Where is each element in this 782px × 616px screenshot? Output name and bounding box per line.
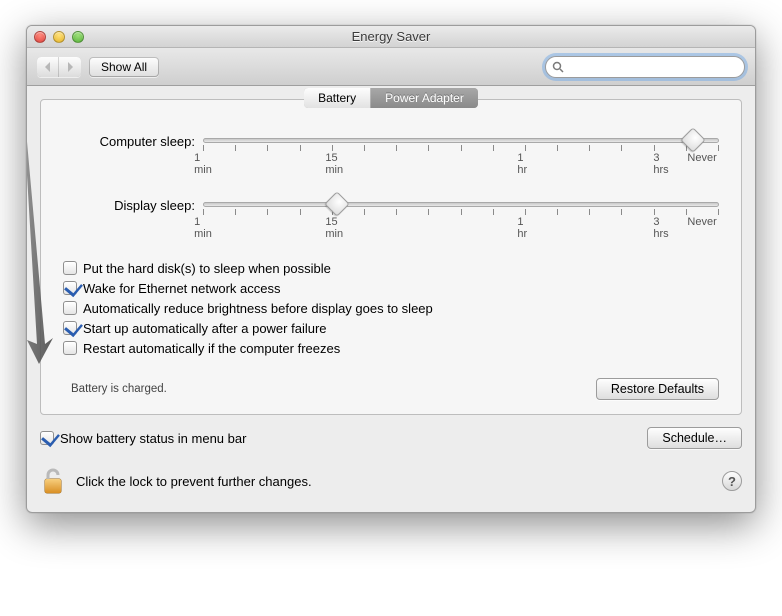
main-panel: Battery Power Adapter Computer sleep: 1 … (40, 99, 742, 415)
search-field[interactable] (545, 56, 745, 78)
check-hd-sleep[interactable]: Put the hard disk(s) to sleep when possi… (63, 258, 719, 278)
content: Battery Power Adapter Computer sleep: 1 … (27, 86, 755, 512)
window-title: Energy Saver (27, 29, 755, 44)
toolbar: Show All (27, 48, 755, 86)
display-sleep-row: Display sleep: 1 min 15 min 1 hr 3 hrs N… (63, 196, 719, 240)
check-label: Start up automatically after a power fai… (83, 321, 327, 336)
menubar-option-row: Show battery status in menu bar Schedule… (40, 427, 742, 449)
help-glyph: ? (728, 474, 736, 489)
show-all-label: Show All (101, 60, 147, 74)
check-wake-ethernet[interactable]: Wake for Ethernet network access (63, 278, 719, 298)
lock-open-icon[interactable] (40, 467, 66, 495)
forward-button[interactable] (59, 57, 81, 77)
help-button[interactable]: ? (722, 471, 742, 491)
check-label: Automatically reduce brightness before d… (83, 301, 433, 316)
back-button[interactable] (37, 57, 59, 77)
computer-sleep-label: Computer sleep: (63, 132, 203, 149)
checkbox[interactable] (63, 321, 77, 335)
search-icon (552, 61, 564, 73)
lock-row: Click the lock to prevent further change… (40, 467, 742, 499)
restore-defaults-label: Restore Defaults (611, 382, 704, 396)
computer-sleep-row: Computer sleep: 1 min 15 min 1 hr 3 hrs … (63, 132, 719, 176)
checkbox[interactable] (63, 301, 77, 315)
battery-status: Battery is charged. (63, 383, 167, 395)
nav-segmented (37, 57, 81, 77)
schedule-button[interactable]: Schedule… (647, 427, 742, 449)
search-input[interactable] (568, 59, 738, 75)
status-row: Battery is charged. Restore Defaults (63, 378, 719, 400)
check-label: Restart automatically if the computer fr… (83, 341, 340, 356)
chevron-left-icon (44, 62, 52, 72)
minimize-button[interactable] (53, 31, 65, 43)
show-all-button[interactable]: Show All (89, 57, 159, 77)
display-sleep-label: Display sleep: (63, 196, 203, 213)
display-sleep-ticklabels: 1 min 15 min 1 hr 3 hrs Never (203, 216, 719, 240)
computer-sleep-slider[interactable] (203, 132, 719, 150)
check-startup-after-power-failure[interactable]: Start up automatically after a power fai… (63, 318, 719, 338)
check-restart-if-freezes[interactable]: Restart automatically if the computer fr… (63, 338, 719, 358)
check-auto-brightness[interactable]: Automatically reduce brightness before d… (63, 298, 719, 318)
computer-sleep-ticklabels: 1 min 15 min 1 hr 3 hrs Never (203, 152, 719, 176)
check-label: Put the hard disk(s) to sleep when possi… (83, 261, 331, 276)
close-button[interactable] (34, 31, 46, 43)
checkbox-menubar[interactable] (40, 431, 54, 445)
tab-battery[interactable]: Battery (304, 88, 371, 108)
checkbox[interactable] (63, 261, 77, 275)
tab-power-adapter[interactable]: Power Adapter (371, 88, 478, 108)
chevron-right-icon (66, 62, 74, 72)
checkbox[interactable] (63, 281, 77, 295)
tab-battery-label: Battery (318, 91, 356, 105)
options-checks: Put the hard disk(s) to sleep when possi… (63, 258, 719, 358)
restore-defaults-button[interactable]: Restore Defaults (596, 378, 719, 400)
traffic-lights (34, 31, 84, 43)
checkbox[interactable] (63, 341, 77, 355)
preferences-window: Energy Saver Show All Battery Power Adap… (26, 25, 756, 513)
display-sleep-slider[interactable] (203, 196, 719, 214)
tab-power-adapter-label: Power Adapter (385, 91, 464, 105)
schedule-label: Schedule… (662, 431, 727, 445)
titlebar: Energy Saver (27, 26, 755, 48)
menubar-option-label: Show battery status in menu bar (60, 431, 246, 446)
check-label: Wake for Ethernet network access (83, 281, 281, 296)
zoom-button[interactable] (72, 31, 84, 43)
tab-bar: Battery Power Adapter (41, 88, 741, 108)
lock-hint: Click the lock to prevent further change… (76, 474, 312, 489)
